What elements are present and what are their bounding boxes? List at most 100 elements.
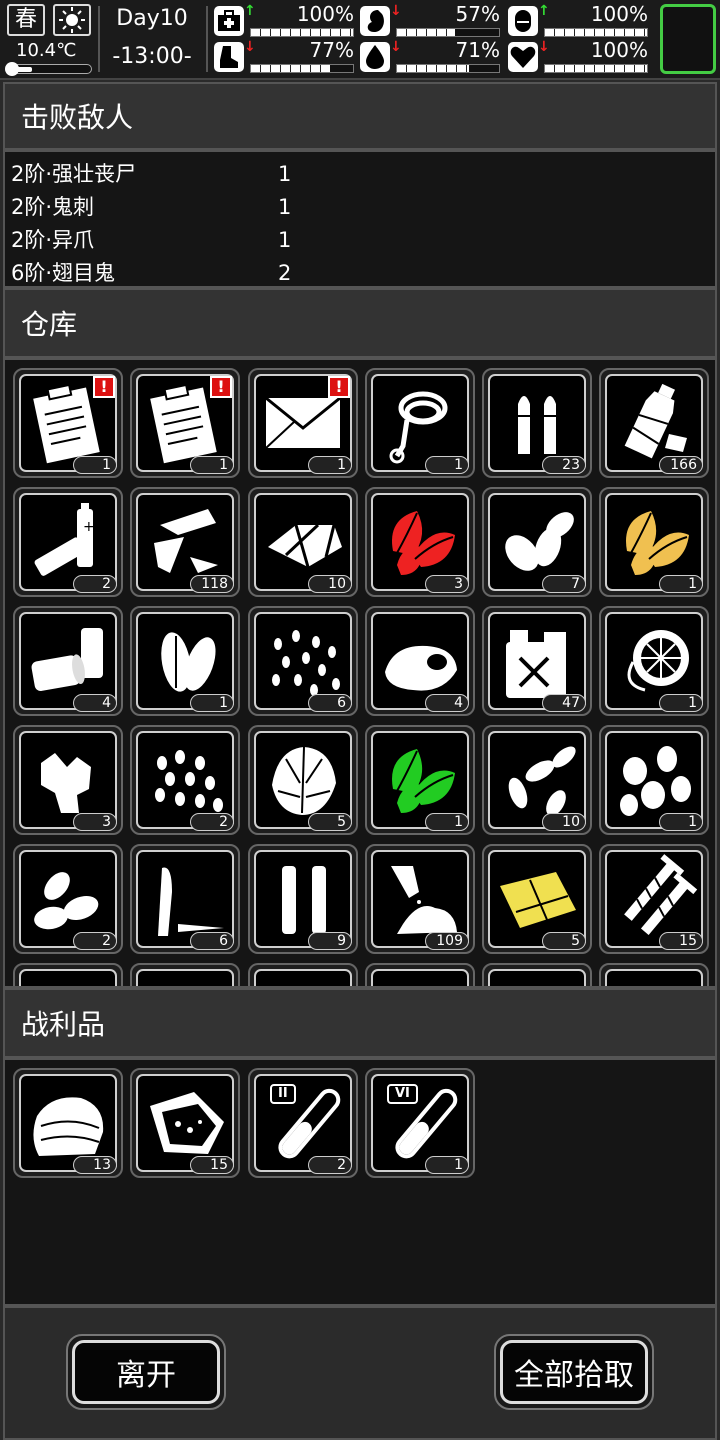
item-slot[interactable]: 9: [248, 844, 358, 954]
item-slot[interactable]: 15: [130, 1068, 240, 1178]
item-slot[interactable]: 10: [482, 725, 592, 835]
stat-bar: [250, 64, 354, 73]
item-count: 1: [190, 694, 234, 712]
item-slot[interactable]: 109: [365, 844, 475, 954]
loot-grid[interactable]: 13 15 II 2 VI 1: [3, 1058, 717, 1306]
enemy-count: 1: [278, 195, 292, 219]
item-slot[interactable]: 3: [13, 725, 123, 835]
divider: [206, 6, 208, 72]
item-count: 4: [425, 694, 469, 712]
item-slot[interactable]: 118: [130, 487, 240, 597]
item-count: 2: [73, 575, 117, 593]
item-slot[interactable]: ! 1: [13, 368, 123, 478]
day-counter: Day10: [116, 6, 188, 31]
item-slot[interactable]: [130, 963, 240, 986]
item-slot[interactable]: 2: [13, 844, 123, 954]
item-count: 6: [190, 932, 234, 950]
item-count: 1: [659, 813, 703, 831]
svg-text:+: +: [83, 519, 95, 535]
item-slot[interactable]: [13, 963, 123, 986]
alert-icon: !: [328, 376, 350, 398]
item-slot[interactable]: [365, 963, 475, 986]
stat-water-drop: ↓ 71%: [360, 39, 500, 76]
equipment-slot[interactable]: [660, 4, 716, 74]
medkit-icon: [214, 6, 244, 36]
item-slot[interactable]: 47: [482, 606, 592, 716]
item-icon: [605, 969, 703, 986]
item-count: 10: [308, 575, 352, 593]
item-slot[interactable]: 4: [365, 606, 475, 716]
alert-icon: !: [93, 376, 115, 398]
item-slot[interactable]: 6: [248, 606, 358, 716]
item-slot[interactable]: [248, 963, 358, 986]
item-slot[interactable]: 1: [365, 725, 475, 835]
item-slot[interactable]: 2: [130, 725, 240, 835]
status-bar: 春 10.4℃ Day10 -13:00- ↑ 100% ↓ 57% ↑ 100% ↓ 77%…: [0, 0, 720, 80]
stat-percent: 100%: [590, 2, 648, 26]
item-slot[interactable]: [599, 963, 709, 986]
item-count: 1: [73, 456, 117, 474]
leave-button-label: 离开: [72, 1340, 220, 1404]
pill-icon: [508, 6, 538, 36]
item-slot[interactable]: 4: [13, 606, 123, 716]
item-slot[interactable]: 166: [599, 368, 709, 478]
stat-medkit: ↑ 100%: [214, 3, 354, 40]
item-slot[interactable]: 1: [599, 725, 709, 835]
tier-badge: II: [270, 1084, 296, 1104]
item-slot[interactable]: 5: [482, 844, 592, 954]
item-count: 5: [308, 813, 352, 831]
enemies-title: 击败敌人: [21, 101, 134, 134]
item-slot[interactable]: 3: [365, 487, 475, 597]
enemy-count: 1: [278, 162, 292, 186]
item-count: 3: [73, 813, 117, 831]
item-slot[interactable]: 10: [248, 487, 358, 597]
storage-grid[interactable]: ! 1! 1! 1 1 23 166 +2 118 10 3 7 1 4 1 6 4 47 1 3 2 5 1 10 1 2 6 9 1…: [3, 358, 717, 988]
item-slot[interactable]: [482, 963, 592, 986]
stat-percent: 100%: [590, 38, 648, 62]
enemy-count: 1: [278, 228, 292, 252]
thermometer-icon: [5, 62, 92, 76]
item-count: 9: [308, 932, 352, 950]
stat-percent: 57%: [455, 2, 500, 26]
item-slot[interactable]: ! 1: [248, 368, 358, 478]
item-slot[interactable]: 23: [482, 368, 592, 478]
enemies-panel: 2阶·强壮丧尸 1 2阶·鬼刺 1 2阶·异爪 1 6阶·翅目鬼 2: [3, 150, 717, 288]
item-count: 1: [659, 694, 703, 712]
item-count: 2: [308, 1156, 352, 1174]
item-slot[interactable]: 6: [130, 844, 240, 954]
item-count: 1: [659, 575, 703, 593]
item-count: 5: [542, 932, 586, 950]
take-all-button[interactable]: 全部拾取: [494, 1334, 654, 1410]
item-icon: [136, 969, 234, 986]
loot-title: 战利品: [21, 1008, 106, 1041]
divider: [98, 6, 100, 72]
item-slot[interactable]: VI 1: [365, 1068, 475, 1178]
item-count: 3: [425, 575, 469, 593]
item-slot[interactable]: 7: [482, 487, 592, 597]
item-count: 15: [659, 932, 703, 950]
item-slot[interactable]: 15: [599, 844, 709, 954]
item-count: 109: [425, 932, 469, 950]
season-badge: 春: [7, 4, 45, 36]
item-count: 118: [190, 575, 234, 593]
enemy-name: 6阶·翅目鬼: [11, 261, 116, 285]
item-slot[interactable]: 13: [13, 1068, 123, 1178]
stat-heart: ↓ 100%: [508, 38, 648, 76]
item-slot[interactable]: 1: [599, 606, 709, 716]
stat-percent: 77%: [309, 38, 354, 62]
item-slot[interactable]: 5: [248, 725, 358, 835]
item-slot[interactable]: 1: [599, 487, 709, 597]
item-slot[interactable]: ! 1: [130, 368, 240, 478]
sun-icon: [53, 4, 91, 36]
item-slot[interactable]: II 2: [248, 1068, 358, 1178]
item-count: 47: [542, 694, 586, 712]
foot-icon: [214, 42, 244, 72]
item-count: 1: [425, 813, 469, 831]
item-slot[interactable]: 1: [365, 368, 475, 478]
item-slot[interactable]: 1: [130, 606, 240, 716]
enemy-row: 2阶·异爪 1: [11, 224, 411, 256]
item-slot[interactable]: +2: [13, 487, 123, 597]
leave-button[interactable]: 离开: [66, 1334, 226, 1410]
stat-bar: [544, 28, 648, 37]
enemy-name: 2阶·鬼刺: [11, 195, 95, 219]
